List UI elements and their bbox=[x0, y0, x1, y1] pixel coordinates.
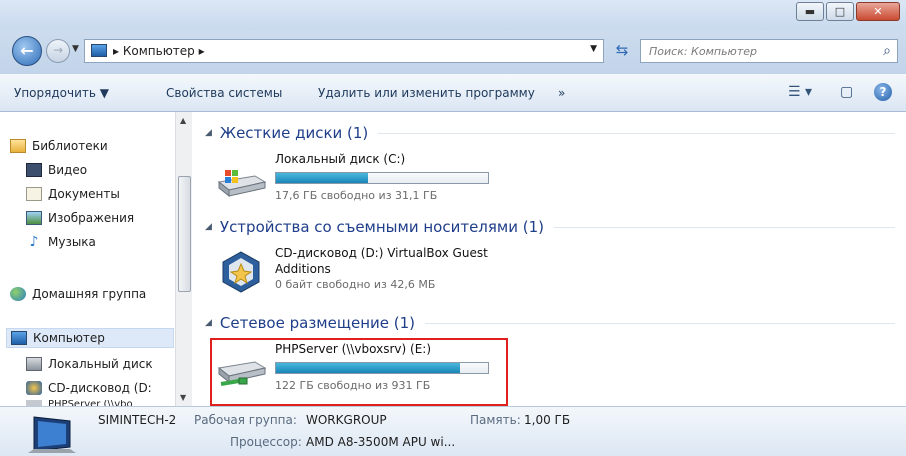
capacity-bar bbox=[275, 172, 489, 184]
more-commands-button[interactable]: » bbox=[558, 86, 565, 100]
search-placeholder: Поиск: Компьютер bbox=[649, 45, 757, 58]
free-space: 17,6 ГБ свободно из 31,1 ГБ bbox=[275, 189, 438, 202]
processor-value: AMD A8-3500M APU wi... bbox=[306, 435, 456, 449]
change-view-icon[interactable]: ☰ ▾ bbox=[788, 84, 812, 100]
windows-drive-icon bbox=[217, 170, 267, 198]
details-pane: SIMINTECH-2 Рабочая группа: WORKGROUP Па… bbox=[0, 406, 906, 456]
address-history-dropdown[interactable]: ▼ bbox=[590, 44, 597, 54]
collapse-icon[interactable]: ◢ bbox=[205, 318, 212, 328]
minimize-button[interactable]: ▬ bbox=[796, 2, 824, 21]
hard-drive-icon bbox=[26, 357, 42, 371]
group-network[interactable]: ◢ Сетевое размещение (1) bbox=[205, 314, 895, 332]
drive-c[interactable]: Локальный диск (C:) 17,6 ГБ свободно из … bbox=[215, 152, 495, 214]
breadcrumb-computer[interactable]: Компьютер bbox=[123, 44, 195, 58]
back-button[interactable]: ← bbox=[12, 36, 42, 66]
processor-label: Процессор: bbox=[230, 435, 302, 449]
drive-name: Локальный диск (C:) bbox=[275, 152, 406, 166]
music-icon: ♪ bbox=[29, 234, 39, 250]
nav-item-video[interactable]: Видео bbox=[26, 160, 174, 180]
uninstall-program-button[interactable]: Удалить или изменить программу bbox=[318, 86, 535, 100]
nav-item-computer[interactable]: Компьютер bbox=[6, 328, 174, 348]
search-icon[interactable]: ⌕ bbox=[883, 43, 891, 59]
virtualbox-icon bbox=[26, 381, 42, 395]
capacity-fill bbox=[276, 173, 368, 183]
nav-item-images[interactable]: Изображения bbox=[26, 208, 174, 228]
title-bar: ▬ □ ✕ bbox=[0, 0, 906, 30]
virtualbox-icon bbox=[222, 251, 260, 293]
memory-label: Память: bbox=[470, 413, 521, 427]
refresh-button[interactable]: ⇆ bbox=[610, 39, 634, 63]
workgroup-label: Рабочая группа: bbox=[194, 413, 297, 427]
arrow-left-icon: ← bbox=[20, 41, 34, 60]
nav-item-homegroup[interactable]: Домашняя группа bbox=[10, 284, 174, 304]
homegroup-icon bbox=[10, 287, 26, 301]
address-row: ← → ▼ ▸ Компьютер ▸ ▼ ⇆ Поиск: Компьютер… bbox=[0, 30, 906, 74]
free-space: 0 байт свободно из 42,6 МБ bbox=[275, 278, 436, 291]
nav-item-cd-drive[interactable]: CD-дисковод (D: bbox=[26, 378, 174, 398]
recent-pages-dropdown[interactable]: ▼ bbox=[72, 44, 79, 54]
nav-item-local-disk[interactable]: Локальный диск bbox=[26, 354, 174, 374]
scroll-up-icon[interactable]: ▲ bbox=[180, 116, 186, 125]
collapse-icon[interactable]: ◢ bbox=[205, 128, 212, 138]
libraries-icon bbox=[10, 139, 26, 153]
video-icon bbox=[26, 163, 42, 177]
images-icon bbox=[26, 211, 42, 225]
drive-name-line1: CD-дисковод (D:) VirtualBox Guest bbox=[275, 246, 488, 260]
collapse-icon[interactable]: ◢ bbox=[205, 222, 212, 232]
system-properties-button[interactable]: Свойства системы bbox=[166, 86, 282, 100]
scroll-down-icon[interactable]: ▼ bbox=[180, 393, 186, 402]
search-input[interactable]: Поиск: Компьютер ⌕ bbox=[640, 39, 898, 63]
computer-large-icon bbox=[28, 416, 76, 453]
close-button[interactable]: ✕ bbox=[856, 2, 900, 21]
command-bar: Упорядочить ▼ Свойства системы Удалить и… bbox=[0, 74, 906, 112]
highlight-box bbox=[210, 338, 508, 406]
computer-icon bbox=[91, 44, 107, 57]
scroll-thumb[interactable] bbox=[178, 176, 191, 292]
computer-icon bbox=[11, 331, 27, 345]
refresh-icon: ⇆ bbox=[615, 41, 629, 59]
organize-button[interactable]: Упорядочить ▼ bbox=[14, 86, 109, 100]
preview-pane-icon[interactable]: ▢ bbox=[840, 84, 853, 100]
arrow-right-icon: → bbox=[52, 43, 64, 57]
drive-name-line2: Additions bbox=[275, 262, 331, 276]
address-bar[interactable]: ▸ Компьютер ▸ ▼ bbox=[84, 39, 604, 63]
caption-buttons: ▬ □ ✕ bbox=[794, 2, 900, 21]
breadcrumb[interactable]: ▸ Компьютер ▸ bbox=[113, 44, 205, 58]
maximize-button[interactable]: □ bbox=[826, 2, 854, 21]
help-icon[interactable]: ? bbox=[874, 83, 892, 101]
documents-icon bbox=[26, 187, 42, 201]
nav-item-documents[interactable]: Документы bbox=[26, 184, 174, 204]
group-removable[interactable]: ◢ Устройства со съемными носителями (1) bbox=[205, 218, 895, 236]
nav-item-music[interactable]: ♪ Музыка bbox=[26, 232, 174, 252]
forward-button[interactable]: → bbox=[46, 39, 70, 63]
nav-item-libraries[interactable]: Библиотеки bbox=[10, 136, 174, 156]
workgroup-value: WORKGROUP bbox=[306, 413, 387, 427]
group-hard-disks[interactable]: ◢ Жесткие диски (1) bbox=[205, 124, 895, 142]
navigation-pane: Библиотеки Видео Документы Изображения ♪… bbox=[0, 112, 192, 408]
computer-name: SIMINTECH-2 bbox=[98, 413, 177, 427]
navigation-scrollbar[interactable]: ▲ ▼ bbox=[175, 112, 192, 406]
memory-value: 1,00 ГБ bbox=[524, 413, 571, 427]
drive-d[interactable]: CD-дисковод (D:) VirtualBox Guest Additi… bbox=[215, 246, 495, 306]
